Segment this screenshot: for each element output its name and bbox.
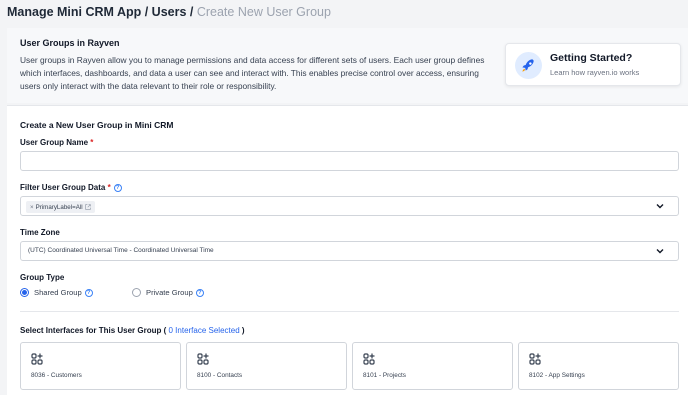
filter-data-label: Filter User Group Data *? [20, 183, 122, 192]
external-link-icon[interactable] [84, 204, 91, 210]
chevron-down-icon[interactable] [655, 201, 665, 211]
tag-remove-icon[interactable]: × [30, 204, 34, 211]
radio-shared-group[interactable]: Shared Group ? [20, 288, 93, 297]
breadcrumb-current: Create New User Group [196, 5, 331, 19]
user-group-name-input[interactable] [20, 151, 679, 171]
interface-card-projects[interactable]: 8101 - Projects [352, 342, 513, 390]
interface-card-contacts[interactable]: 8100 - Contacts [186, 342, 347, 390]
filter-tag-label: PrimaryLabel=All [35, 203, 83, 211]
timezone-label: Time Zone [20, 228, 60, 237]
form-section-title: Create a New User Group in Mini CRM [20, 120, 174, 130]
divider [20, 311, 679, 312]
apps-add-icon [31, 353, 43, 365]
group-type-label: Group Type [20, 273, 65, 282]
interface-card-app-settings[interactable]: 8102 - App Settings [518, 342, 679, 390]
help-icon[interactable]: ? [195, 288, 204, 297]
help-icon[interactable]: ? [113, 183, 122, 192]
info-panel: User Groups in Rayven User groups in Ray… [7, 28, 688, 103]
timezone-value: (UTC) Coordinated Universal Time - Coord… [28, 247, 214, 254]
chevron-down-icon[interactable] [655, 246, 665, 256]
interfaces-title: Select Interfaces for This User Group ( … [20, 326, 245, 335]
radio-unchecked-icon[interactable] [132, 288, 141, 297]
apps-add-icon [197, 353, 209, 365]
user-group-name-label: User Group Name * [20, 138, 94, 147]
filter-tag: × PrimaryLabel=All [26, 201, 95, 213]
group-type-radios: Shared Group ? Private Group ? [20, 287, 320, 299]
breadcrumb-path[interactable]: Manage Mini CRM App / Users / [7, 5, 197, 19]
getting-started-card[interactable]: Getting Started? Learn how rayven.io wor… [505, 43, 681, 86]
apps-add-icon [363, 353, 375, 365]
timezone-select[interactable]: (UTC) Coordinated Universal Time - Coord… [20, 241, 679, 261]
apps-add-icon [529, 353, 541, 365]
breadcrumb: Manage Mini CRM App / Users / Create New… [7, 5, 331, 19]
radio-checked-icon[interactable] [20, 288, 29, 297]
info-title: User Groups in Rayven [20, 38, 120, 48]
info-description: User groups in Rayven allow you to manag… [20, 55, 485, 91]
getting-started-title: Getting Started? [550, 52, 633, 64]
help-icon[interactable]: ? [84, 288, 93, 297]
rocket-icon [515, 52, 542, 79]
interface-card-customers[interactable]: 8036 - Customers [20, 342, 181, 390]
radio-private-group[interactable]: Private Group ? [132, 288, 204, 297]
interfaces-selected-count[interactable]: 0 Interface Selected [169, 326, 240, 335]
create-group-form: Create a New User Group in Mini CRM User… [7, 105, 688, 395]
filter-data-select[interactable]: × PrimaryLabel=All [20, 196, 679, 216]
getting-started-link[interactable]: Learn how rayven.io works [550, 68, 639, 77]
